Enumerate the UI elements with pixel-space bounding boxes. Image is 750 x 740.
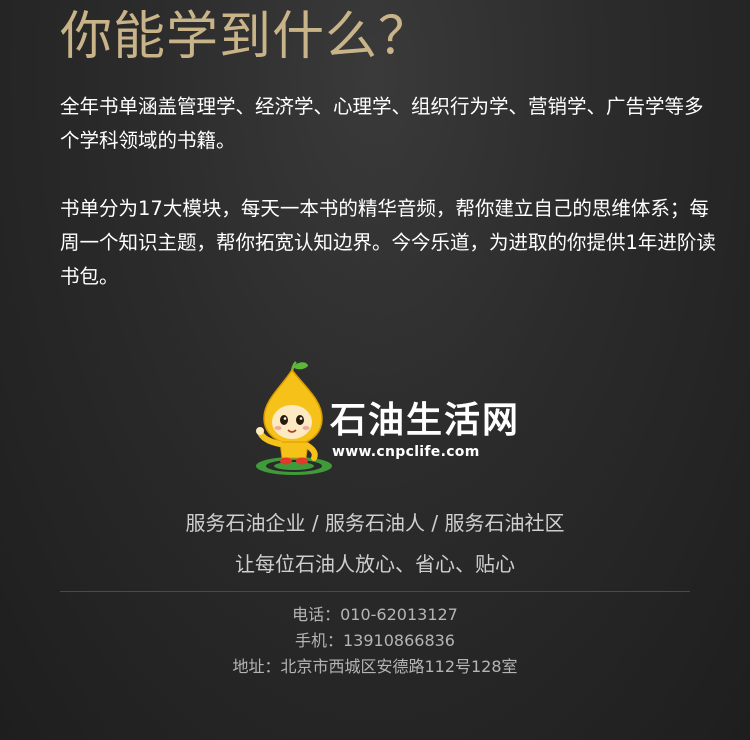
contact-mobile: 手机：13910866836 [295, 631, 455, 650]
page: 你能学到什么？ 全年书单涵盖管理学、经济学、心理学、组织行为学、营销学、广告学等… [0, 0, 750, 740]
intro-section: 全年书单涵盖管理学、经济学、心理学、组织行为学、营销学、广告学等多个学科领域的书… [60, 90, 720, 294]
brand-url: www.cnpclife.com [332, 444, 480, 460]
contact-phone: 电话：010-62013127 [292, 605, 458, 624]
contact-address: 地址：北京市西城区安德路112号128室 [232, 657, 518, 676]
brand-name: 石油生活网 [330, 399, 521, 441]
page-title: 你能学到什么？ [60, 7, 432, 67]
slogan-line: 让每位石油人放心、省心、贴心 [235, 552, 515, 576]
slogan-line: 服务石油企业 / 服务石油人 / 服务石油社区 [185, 511, 565, 535]
divider [60, 591, 690, 592]
drop-mascot-icon [256, 361, 332, 475]
intro-paragraph: 书单分为17大模块，每天一本书的精华音频，帮你建立自己的思维体系；每周一个知识主… [60, 197, 716, 288]
intro-paragraph: 全年书单涵盖管理学、经济学、心理学、组织行为学、营销学、广告学等多个学科领域的书… [60, 95, 704, 152]
brand-logo: 石油生活网 www.cnpclife.com [252, 360, 518, 480]
